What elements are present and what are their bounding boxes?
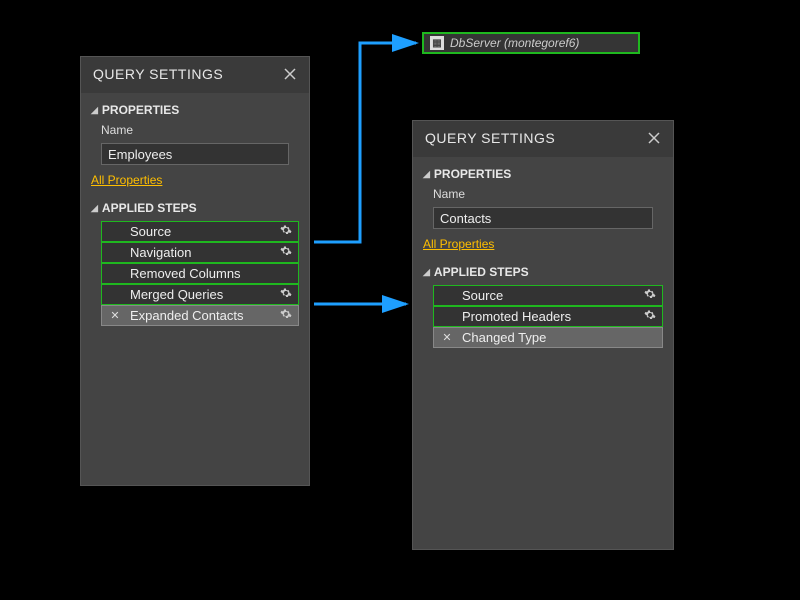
database-icon: ▦ <box>430 36 444 50</box>
gear-icon[interactable] <box>278 224 294 239</box>
all-properties-link[interactable]: All Properties <box>91 173 299 187</box>
applied-step[interactable]: Promoted Headers <box>433 306 663 327</box>
query-settings-panel-right: QUERY SETTINGS ◢ PROPERTIES Name All Pro… <box>412 120 674 550</box>
db-server-label: DbServer (montegoref6) <box>450 36 579 50</box>
step-label: Source <box>454 288 642 303</box>
applied-step[interactable]: Removed Columns <box>101 263 299 284</box>
query-name-input[interactable] <box>101 143 289 165</box>
applied-steps-header-label: APPLIED STEPS <box>434 265 529 279</box>
step-label: Merged Queries <box>122 287 278 302</box>
step-label: Source <box>122 224 278 239</box>
delete-step-icon[interactable]: ✕ <box>440 331 454 344</box>
step-label: Removed Columns <box>122 266 278 281</box>
panel-header: QUERY SETTINGS <box>81 57 309 93</box>
step-label: Promoted Headers <box>454 309 642 324</box>
gear-icon[interactable] <box>278 287 294 302</box>
properties-header-label: PROPERTIES <box>434 167 511 181</box>
panel-title: QUERY SETTINGS <box>425 130 555 146</box>
applied-step[interactable]: Source <box>433 285 663 306</box>
properties-header[interactable]: ◢ PROPERTIES <box>423 167 663 181</box>
applied-step[interactable]: ✕Changed Type <box>433 327 663 348</box>
applied-steps-header[interactable]: ◢ APPLIED STEPS <box>423 265 663 279</box>
properties-header-label: PROPERTIES <box>102 103 179 117</box>
applied-step[interactable]: ✕Expanded Contacts <box>101 305 299 326</box>
step-label: Changed Type <box>454 330 642 345</box>
name-label: Name <box>101 123 299 137</box>
applied-steps-list: SourcePromoted Headers✕Changed Type <box>433 285 663 348</box>
arrow-source-to-db <box>314 43 416 242</box>
caret-down-icon: ◢ <box>423 169 430 180</box>
gear-icon[interactable] <box>642 309 658 324</box>
applied-steps-header[interactable]: ◢ APPLIED STEPS <box>91 201 299 215</box>
caret-down-icon: ◢ <box>91 105 98 116</box>
close-icon[interactable] <box>645 129 663 147</box>
close-icon[interactable] <box>281 65 299 83</box>
properties-header[interactable]: ◢ PROPERTIES <box>91 103 299 117</box>
panel-body: ◢ PROPERTIES Name All Properties ◢ APPLI… <box>413 157 673 549</box>
query-name-input[interactable] <box>433 207 653 229</box>
applied-steps-list: Source Navigation Removed Columns Merged Qu… <box>101 221 299 326</box>
panel-title: QUERY SETTINGS <box>93 66 223 82</box>
gear-icon[interactable] <box>278 308 294 323</box>
applied-step[interactable]: Navigation <box>101 242 299 263</box>
query-settings-panel-left: QUERY SETTINGS ◢ PROPERTIES Name All Pro… <box>80 56 310 486</box>
gear-icon[interactable] <box>642 288 658 303</box>
all-properties-link[interactable]: All Properties <box>423 237 663 251</box>
gear-icon[interactable] <box>278 245 294 260</box>
applied-steps-header-label: APPLIED STEPS <box>102 201 197 215</box>
db-server-node[interactable]: ▦ DbServer (montegoref6) <box>422 32 640 54</box>
panel-header: QUERY SETTINGS <box>413 121 673 157</box>
applied-step[interactable]: Source <box>101 221 299 242</box>
caret-down-icon: ◢ <box>423 267 430 278</box>
delete-step-icon[interactable]: ✕ <box>108 309 122 322</box>
applied-step[interactable]: Merged Queries <box>101 284 299 305</box>
caret-down-icon: ◢ <box>91 203 98 214</box>
panel-body: ◢ PROPERTIES Name All Properties ◢ APPLI… <box>81 93 309 485</box>
step-label: Expanded Contacts <box>122 308 278 323</box>
name-label: Name <box>433 187 663 201</box>
step-label: Navigation <box>122 245 278 260</box>
